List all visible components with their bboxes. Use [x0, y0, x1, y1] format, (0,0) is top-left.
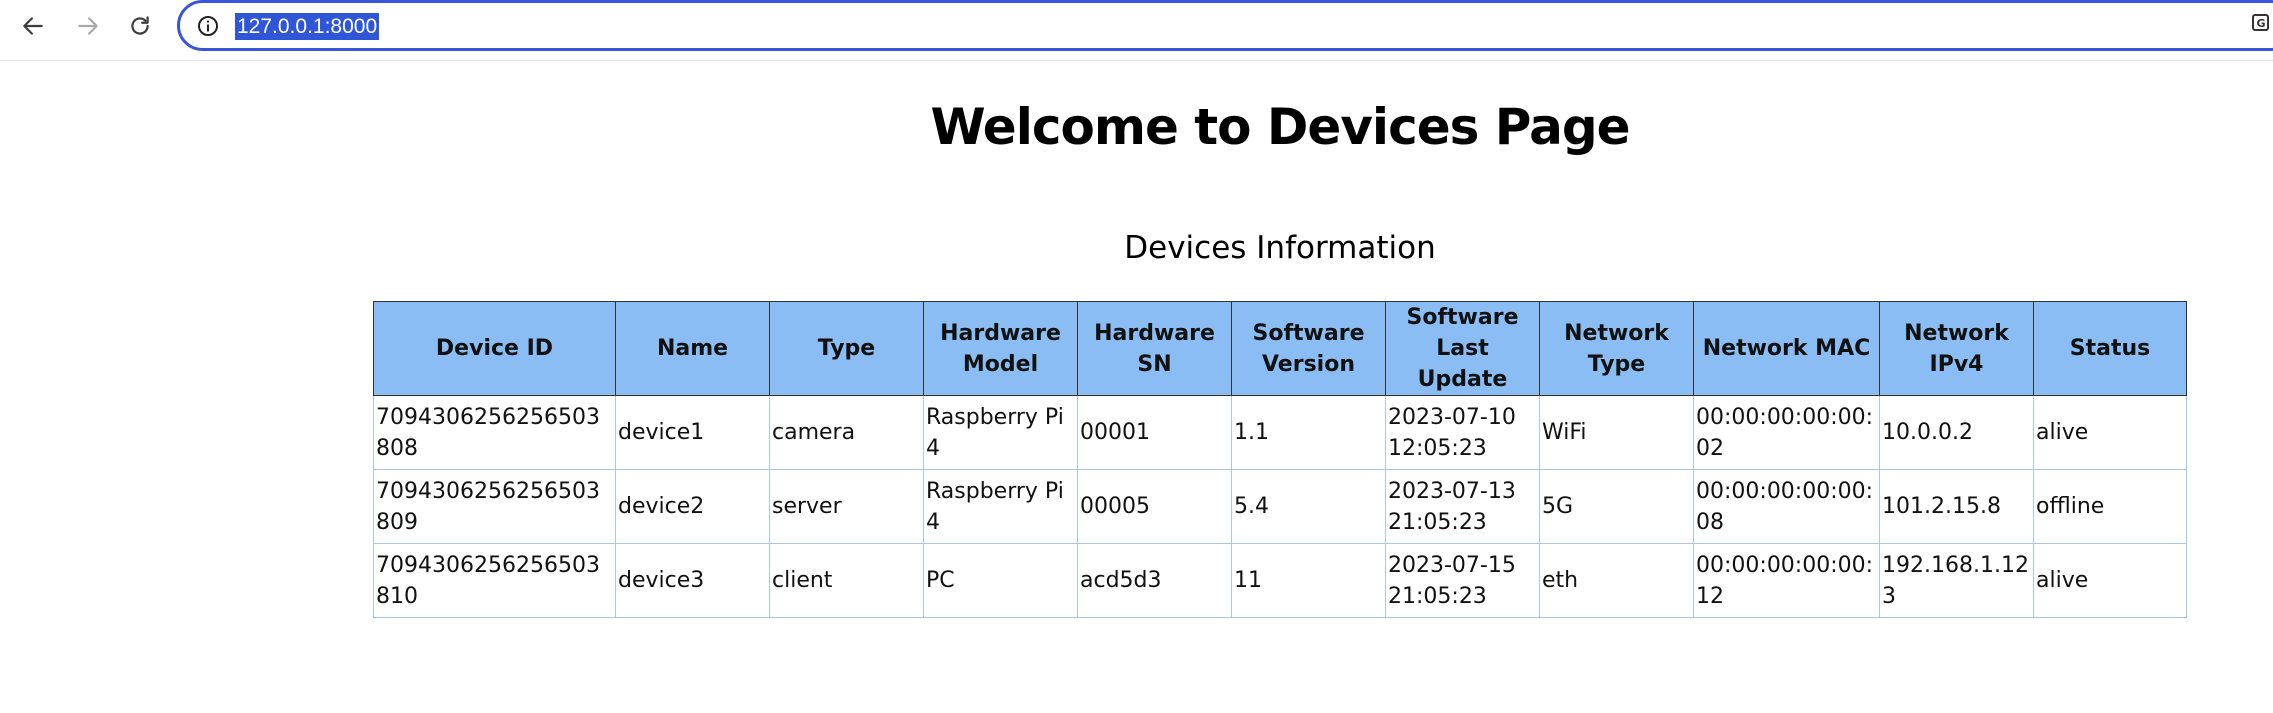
page-title: Welcome to Devices Page	[930, 98, 1630, 156]
cell-network-mac: 00:00:00:00:00:08	[1693, 469, 1880, 544]
header-network-ipv4: Network IPv4	[1879, 301, 2034, 396]
cell-hardware-model: Raspberry Pi 4	[923, 395, 1078, 470]
cell-network-ipv4: 10.0.0.2	[1879, 395, 2034, 470]
table-row: 7094306256256503809 device2 server Raspb…	[373, 469, 2187, 544]
cell-status: alive	[2033, 395, 2187, 470]
header-hardware-sn: Hardware SN	[1077, 301, 1232, 396]
table-row: 7094306256256503810 device3 client PC ac…	[373, 543, 2187, 618]
translate-icon[interactable]: G	[2252, 14, 2273, 36]
arrow-left-icon	[23, 17, 43, 35]
cell-type: client	[769, 543, 924, 618]
header-type: Type	[769, 301, 924, 396]
section-title: Devices Information	[1124, 230, 1436, 266]
reload-button[interactable]	[118, 9, 162, 43]
header-name: Name	[615, 301, 770, 396]
cell-network-ipv4: 101.2.15.8	[1879, 469, 2034, 544]
cell-software-last-update: 2023-07-15 21:05:23	[1385, 543, 1540, 618]
cell-hardware-model: Raspberry Pi 4	[923, 469, 1078, 544]
header-device-id: Device ID	[373, 301, 616, 396]
cell-status: alive	[2033, 543, 2187, 618]
table-header-row: Device ID Name Type Hardware Model Hardw…	[373, 301, 2187, 396]
cell-network-mac: 00:00:00:00:00:02	[1693, 395, 1880, 470]
cell-name: device3	[615, 543, 770, 618]
svg-text:G: G	[2257, 17, 2266, 30]
header-software-version: Software Version	[1231, 301, 1386, 396]
cell-status: offline	[2033, 469, 2187, 544]
address-bar[interactable]: 127.0.0.1:8000	[177, 0, 2273, 51]
forward-button[interactable]	[66, 9, 110, 43]
cell-software-last-update: 2023-07-10 12:05:23	[1385, 395, 1540, 470]
cell-device-id: 7094306256256503809	[373, 469, 616, 544]
cell-hardware-model: PC	[923, 543, 1078, 618]
header-network-type: Network Type	[1539, 301, 1694, 396]
cell-device-id: 7094306256256503810	[373, 543, 616, 618]
header-network-mac: Network MAC	[1693, 301, 1880, 396]
header-hardware-model: Hardware Model	[923, 301, 1078, 396]
cell-hardware-sn: 00001	[1077, 395, 1232, 470]
info-icon[interactable]	[196, 14, 220, 38]
browser-toolbar: 127.0.0.1:8000 G	[0, 0, 2273, 61]
cell-network-type: 5G	[1539, 469, 1694, 544]
cell-hardware-sn: acd5d3	[1077, 543, 1232, 618]
cell-software-version: 11	[1231, 543, 1386, 618]
cell-name: device1	[615, 395, 770, 470]
arrow-right-icon	[78, 17, 98, 35]
cell-software-version: 5.4	[1231, 469, 1386, 544]
cell-network-type: WiFi	[1539, 395, 1694, 470]
cell-hardware-sn: 00005	[1077, 469, 1232, 544]
cell-name: device2	[615, 469, 770, 544]
cell-network-mac: 00:00:00:00:00:12	[1693, 543, 1880, 618]
reload-icon	[131, 16, 149, 35]
cell-network-ipv4: 192.168.1.123	[1879, 543, 2034, 618]
table-row: 7094306256256503808 device1 camera Raspb…	[373, 395, 2187, 470]
url-text[interactable]: 127.0.0.1:8000	[235, 13, 380, 40]
header-software-last-update: Software Last Update	[1385, 301, 1540, 396]
cell-software-last-update: 2023-07-13 21:05:23	[1385, 469, 1540, 544]
cell-type: camera	[769, 395, 924, 470]
header-status: Status	[2033, 301, 2187, 396]
cell-software-version: 1.1	[1231, 395, 1386, 470]
devices-table: Device ID Name Type Hardware Model Hardw…	[373, 301, 2187, 618]
cell-device-id: 7094306256256503808	[373, 395, 616, 470]
cell-network-type: eth	[1539, 543, 1694, 618]
cell-type: server	[769, 469, 924, 544]
back-button[interactable]	[11, 9, 55, 43]
